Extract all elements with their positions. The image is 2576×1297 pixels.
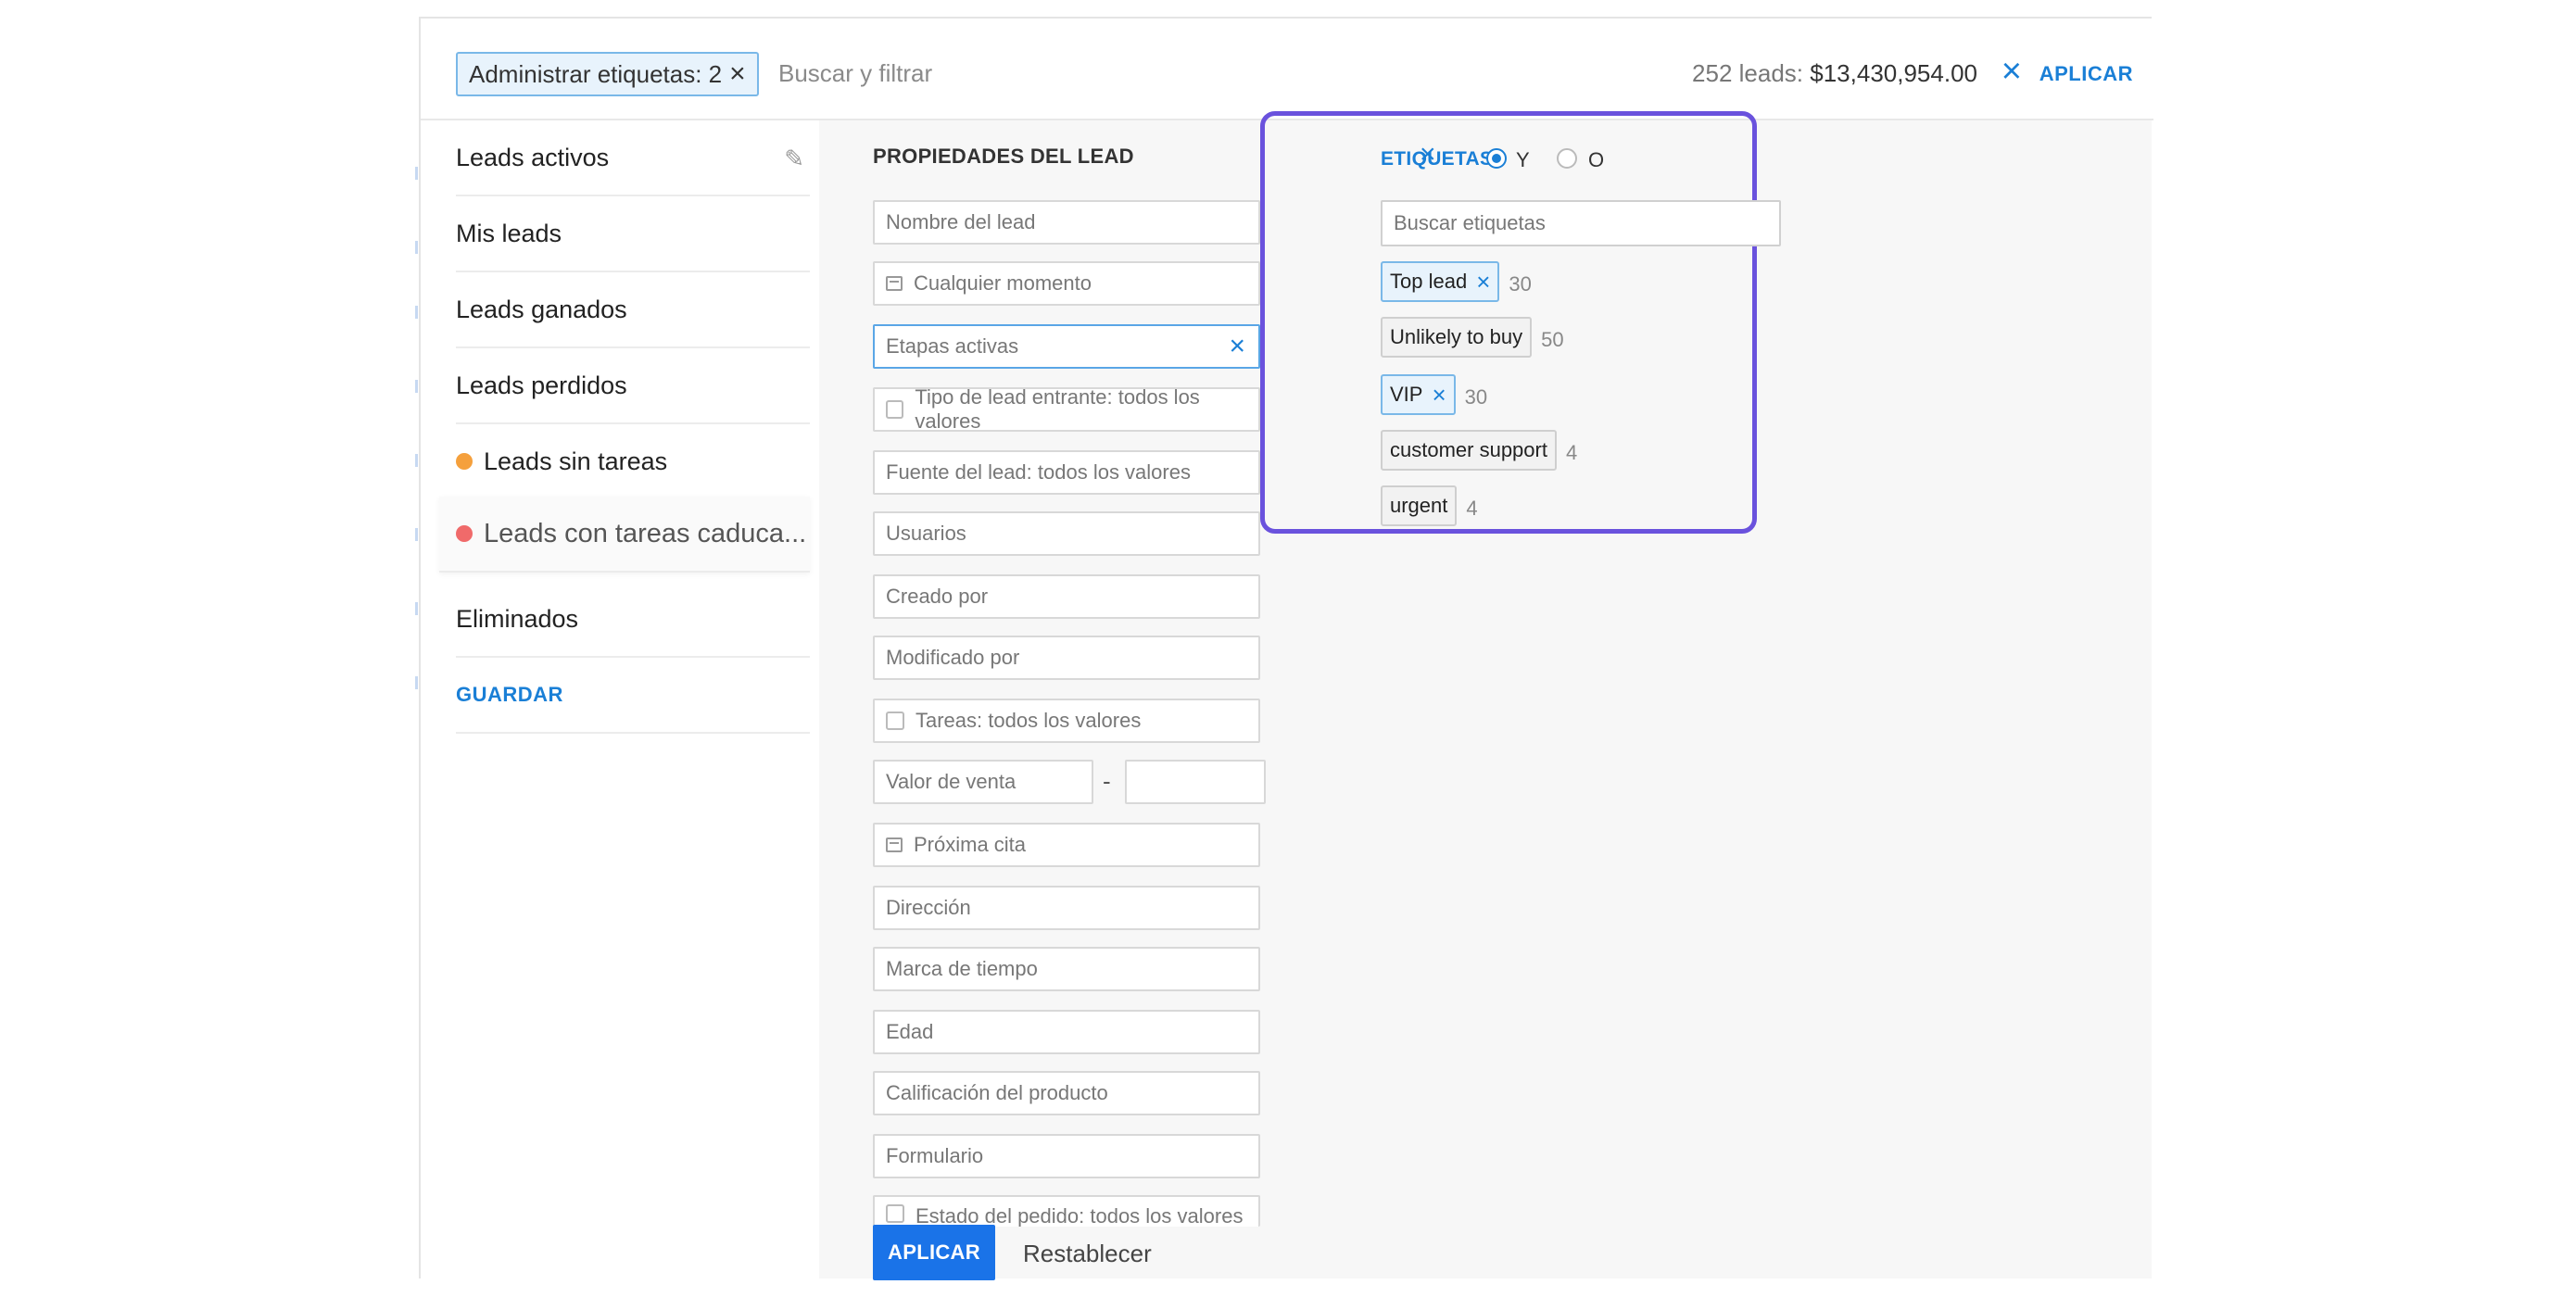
- tag-chip[interactable]: Top lead ×: [1381, 261, 1500, 302]
- sidebar-item-overdue-tasks[interactable]: Leads con tareas caduca...: [439, 497, 810, 573]
- tag-count: 30: [1509, 272, 1532, 296]
- sidebar-item-label: Leads activos: [456, 143, 610, 171]
- order-status-field[interactable]: Estado del pedido: todos los valores: [873, 1195, 1260, 1227]
- close-icon[interactable]: ×: [1420, 141, 1436, 169]
- sidebar-item-active-leads[interactable]: Leads activos ✎: [456, 120, 810, 196]
- tag-count: 4: [1466, 497, 1478, 520]
- form-field[interactable]: Formulario: [873, 1134, 1260, 1178]
- logic-or-radio[interactable]: [1557, 148, 1577, 169]
- close-icon[interactable]: ×: [729, 60, 746, 88]
- tag-label: Unlikely to buy: [1390, 325, 1523, 348]
- checkbox-icon[interactable]: [886, 400, 904, 419]
- status-dot: [456, 525, 473, 542]
- filter-window: Administrar etiquetas: 2 × Buscar y filt…: [419, 17, 2153, 1280]
- modified-by-field[interactable]: Modificado por: [873, 636, 1260, 680]
- leads-count: 252 leads:: [1692, 59, 1804, 87]
- properties-title: PROPIEDADES DEL LEAD: [873, 145, 1134, 168]
- incoming-lead-type-field[interactable]: Tipo de lead entrante: todos los valores: [873, 385, 1260, 433]
- tag-label: Top lead: [1390, 270, 1468, 293]
- close-icon[interactable]: ×: [1432, 383, 1446, 407]
- sidebar-item-won-leads[interactable]: Leads ganados: [456, 272, 810, 348]
- lead-name-input[interactable]: Nombre del lead: [873, 200, 1260, 245]
- pencil-icon[interactable]: ✎: [784, 145, 804, 173]
- apply-button-top[interactable]: APLICAR: [2039, 62, 2133, 86]
- apply-button[interactable]: APLICAR: [873, 1225, 995, 1280]
- tag-search-input[interactable]: Buscar etiquetas: [1381, 200, 1781, 246]
- search-filter-input[interactable]: Buscar y filtrar: [778, 59, 932, 88]
- sidebar-item-label: Leads con tareas caduca...: [484, 518, 807, 548]
- reset-button[interactable]: Restablecer: [1023, 1240, 1152, 1268]
- tag-label: urgent: [1390, 494, 1448, 517]
- sidebar-item-label: Mis leads: [456, 219, 562, 247]
- tag-count: 4: [1565, 441, 1578, 464]
- address-field[interactable]: Dirección: [873, 886, 1260, 930]
- close-icon[interactable]: ×: [1229, 333, 1245, 360]
- tag-label: VIP: [1390, 383, 1423, 406]
- logic-and-radio[interactable]: [1486, 148, 1507, 169]
- tag-count: 50: [1541, 328, 1564, 351]
- tag-chip[interactable]: customer support: [1381, 430, 1557, 471]
- sale-value-min-input[interactable]: Valor de venta: [873, 760, 1093, 804]
- leads-value: $13,430,954.00: [1810, 59, 1977, 87]
- save-filter-item[interactable]: GUARDAR: [456, 658, 810, 734]
- filter-topbar: Administrar etiquetas: 2 × Buscar y filt…: [421, 19, 2153, 120]
- sidebar-item-deleted[interactable]: Eliminados: [456, 582, 810, 658]
- checkbox-icon[interactable]: [886, 711, 904, 730]
- tasks-field[interactable]: Tareas: todos los valores: [873, 699, 1260, 743]
- sidebar-item-leads-without-tasks[interactable]: Leads sin tareas: [456, 424, 810, 500]
- sale-value-max-input[interactable]: [1125, 760, 1266, 804]
- timestamp-field[interactable]: Marca de tiempo: [873, 947, 1260, 991]
- calendar-icon: [886, 276, 903, 291]
- product-rating-field[interactable]: Calificación del producto: [873, 1071, 1260, 1115]
- status-dot: [456, 453, 473, 470]
- lead-source-field[interactable]: Fuente del lead: todos los valores: [873, 450, 1260, 495]
- sidebar-item-label: Leads ganados: [456, 295, 627, 323]
- logic-or-label: O: [1588, 148, 1605, 171]
- tag-chip[interactable]: Unlikely to buy: [1381, 317, 1533, 358]
- saved-filters-sidebar: Leads activos ✎ Mis leads Leads ganados …: [421, 120, 819, 1280]
- next-appointment-field[interactable]: Próxima cita: [873, 823, 1260, 867]
- calendar-icon: [886, 837, 903, 852]
- sidebar-item-label: Eliminados: [456, 604, 579, 633]
- close-icon[interactable]: ×: [1476, 270, 1490, 294]
- tag-chip[interactable]: VIP ×: [1381, 374, 1456, 415]
- created-by-field[interactable]: Creado por: [873, 574, 1260, 619]
- active-filter-label: Administrar etiquetas: 2: [469, 59, 723, 88]
- tag-label: customer support: [1390, 438, 1547, 461]
- tag-chip[interactable]: urgent: [1381, 485, 1458, 526]
- tag-count: 30: [1464, 385, 1488, 409]
- checkbox-icon[interactable]: [886, 1204, 904, 1223]
- sidebar-item-label: Leads sin tareas: [484, 447, 668, 475]
- users-field[interactable]: Usuarios: [873, 511, 1260, 556]
- leads-summary: 252 leads: $13,430,954.00: [1692, 59, 1977, 88]
- tags-title: ETIQUETAS: [1381, 148, 1494, 170]
- stages-field[interactable]: Etapas activas ×: [873, 324, 1260, 369]
- date-range-field[interactable]: Cualquier momento: [873, 261, 1260, 306]
- active-filter-chip[interactable]: Administrar etiquetas: 2 ×: [456, 52, 759, 96]
- range-separator: -: [1103, 767, 1111, 795]
- age-field[interactable]: Edad: [873, 1010, 1260, 1054]
- sidebar-item-label: Leads perdidos: [456, 371, 627, 399]
- logic-and-label: Y: [1516, 148, 1530, 171]
- save-button[interactable]: GUARDAR: [456, 683, 563, 707]
- close-icon[interactable]: ×: [2001, 54, 2022, 89]
- sidebar-item-lost-leads[interactable]: Leads perdidos: [456, 348, 810, 424]
- sidebar-item-my-leads[interactable]: Mis leads: [456, 196, 810, 272]
